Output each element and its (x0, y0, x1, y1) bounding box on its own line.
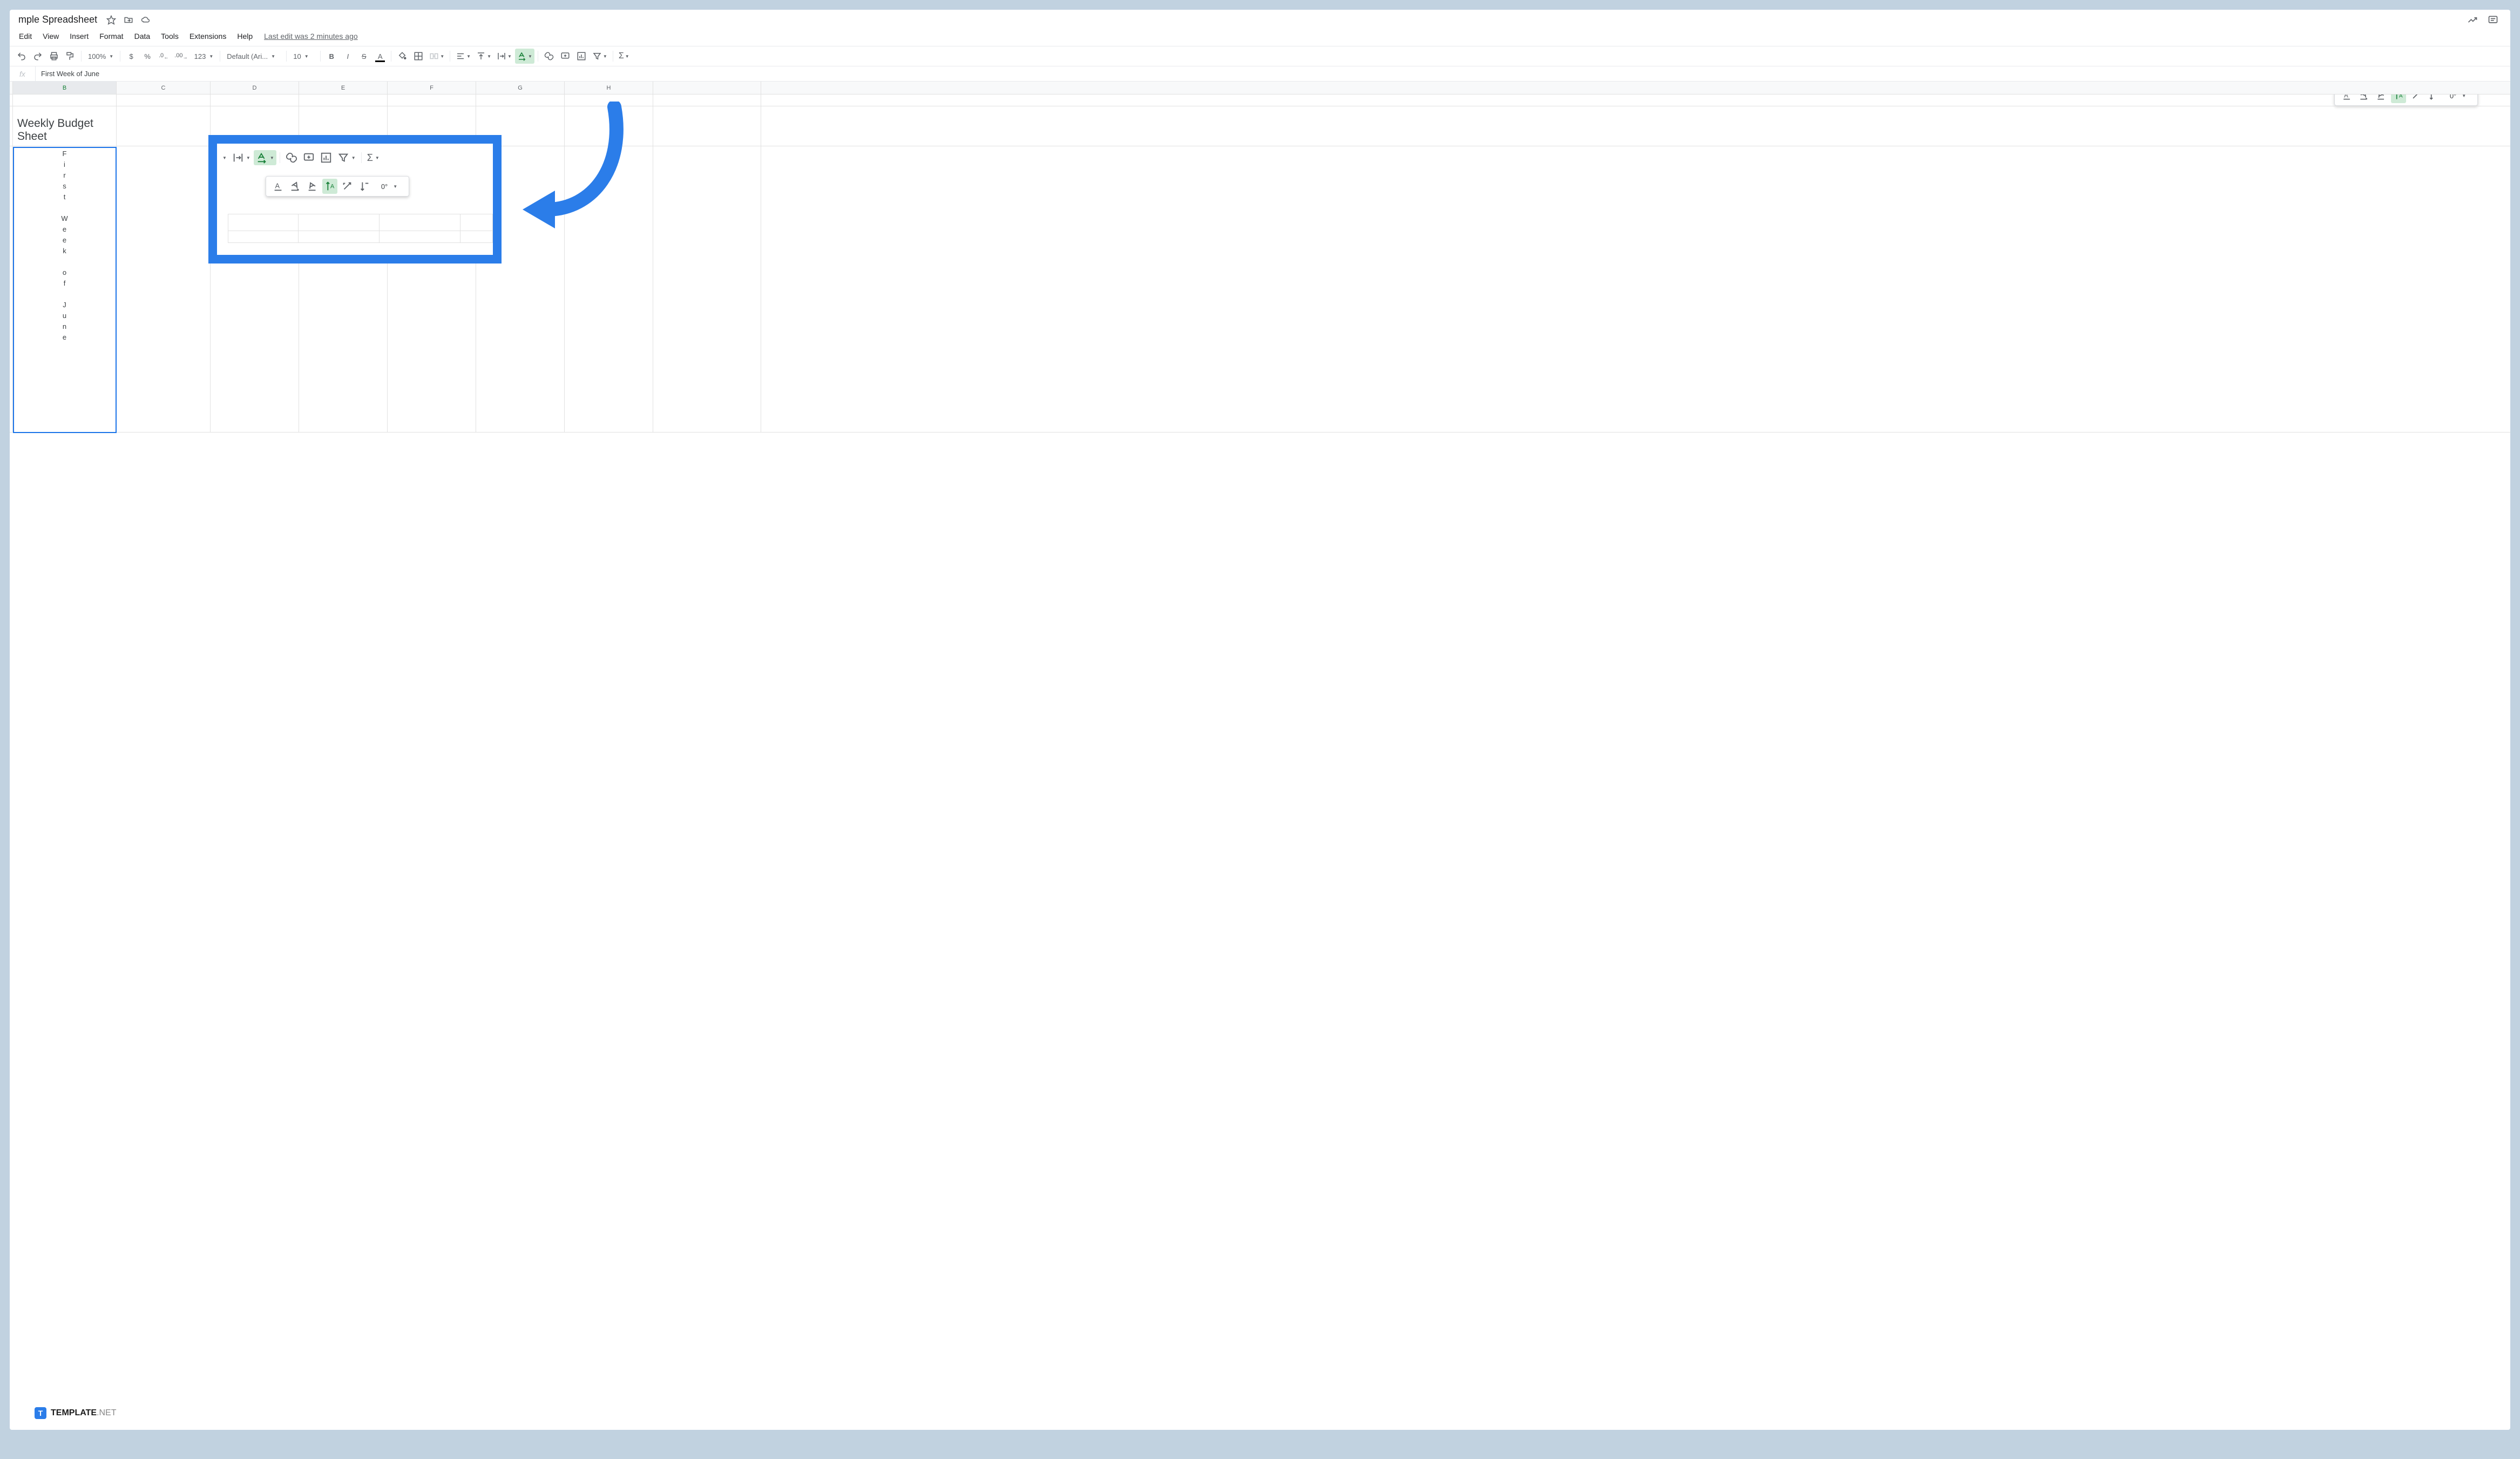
callout-rotation-degrees[interactable]: 0°▼ (374, 183, 404, 191)
title-cell[interactable]: Weekly Budget Sheet (13, 106, 117, 146)
fx-label: fx (10, 66, 36, 81)
col-head-g[interactable]: G (476, 82, 565, 94)
callout-toolbar: ▼ ▼ ▼ ▼ Σ▼ (217, 144, 493, 172)
col-head-b[interactable]: B (13, 82, 117, 94)
text-wrap-icon[interactable]: ▼ (494, 49, 514, 64)
formula-bar: fx First Week of June (10, 66, 2510, 82)
font-select[interactable]: Default (Ari...▼ (223, 49, 283, 64)
increase-decimal-icon[interactable]: .00→ (172, 49, 189, 64)
horizontal-align-icon[interactable]: ▼ (453, 49, 473, 64)
formula-input[interactable]: First Week of June (36, 70, 99, 78)
number-format-select[interactable]: 123▼ (191, 49, 217, 64)
toolbar-separator (320, 51, 321, 62)
menu-edit[interactable]: Edit (14, 30, 37, 43)
column-headers: B C D E F G H (10, 82, 2510, 94)
last-edit-link[interactable]: Last edit was 2 minutes ago (264, 32, 358, 40)
col-head-c[interactable]: C (117, 82, 211, 94)
vertical-align-icon[interactable]: ▼ (474, 49, 493, 64)
menu-view[interactable]: View (38, 30, 64, 43)
bold-button[interactable]: B (324, 49, 339, 64)
undo-icon[interactable] (14, 49, 29, 64)
col-head-f[interactable]: F (388, 82, 476, 94)
activity-icon[interactable] (2467, 15, 2478, 25)
callout-text-rotation-button[interactable]: ▼ (254, 150, 276, 165)
document-title[interactable]: mple Spreadsheet (15, 13, 100, 26)
functions-icon[interactable]: Σ▼ (617, 49, 632, 64)
insert-chart-icon[interactable] (574, 49, 589, 64)
callout-rotation-popup: A A 0°▼ (266, 176, 409, 197)
col-head-d[interactable]: D (211, 82, 299, 94)
toolbar-separator (81, 51, 82, 62)
menu-tools[interactable]: Tools (156, 30, 184, 43)
main-toolbar: 100%▼ $ % .0← .00→ 123▼ Default (Ari...▼… (10, 46, 2510, 66)
callout-rotation-tilt-up-icon[interactable] (288, 179, 303, 194)
callout-rotation-none-icon[interactable]: A (270, 179, 286, 194)
menu-bar: Edit View Insert Format Data Tools Exten… (10, 30, 2510, 46)
star-icon[interactable] (106, 15, 117, 25)
app-frame: mple Spreadsheet Edit View Insert Forma (10, 10, 2510, 1430)
callout-rotation-tilt-down-icon[interactable] (305, 179, 320, 194)
insert-comment-icon[interactable] (558, 49, 573, 64)
watermark: T TEMPLATE.NET (35, 1407, 116, 1419)
paint-format-icon[interactable] (63, 49, 78, 64)
menu-insert[interactable]: Insert (65, 30, 93, 43)
callout-chart-icon[interactable] (318, 150, 334, 165)
callout-rotation-rotate-down-icon[interactable] (357, 179, 372, 194)
text-rotation-button[interactable]: ▼ (515, 49, 534, 64)
borders-icon[interactable] (411, 49, 426, 64)
callout-filter-icon[interactable]: ▼ (335, 150, 358, 165)
print-icon[interactable] (46, 49, 62, 64)
font-size-select[interactable]: 10▼ (290, 49, 317, 64)
watermark-text: TEMPLATE.NET (51, 1408, 116, 1418)
percent-button[interactable]: % (140, 49, 155, 64)
currency-button[interactable]: $ (124, 49, 139, 64)
callout-comment-icon[interactable] (301, 150, 317, 165)
comment-history-icon[interactable] (2488, 15, 2498, 25)
callout-link-icon[interactable] (283, 150, 300, 165)
watermark-badge-icon: T (35, 1407, 46, 1419)
col-head-h[interactable]: H (565, 82, 653, 94)
text-color-button[interactable]: A (372, 49, 388, 64)
selected-cell-content[interactable]: First Week of June (13, 146, 117, 432)
zoom-select[interactable]: 100%▼ (85, 49, 117, 64)
callout-rotation-stack-icon[interactable]: A (322, 179, 337, 194)
col-head-e[interactable]: E (299, 82, 388, 94)
strikethrough-button[interactable]: S (356, 49, 371, 64)
fill-color-icon[interactable] (395, 49, 410, 64)
italic-button[interactable]: I (340, 49, 355, 64)
annotation-arrow-icon (517, 102, 625, 253)
callout-box: ▼ ▼ ▼ ▼ Σ▼ A A 0°▼ (208, 135, 502, 264)
toolbar-separator (286, 51, 287, 62)
callout-text-wrap-icon[interactable]: ▼ (230, 150, 253, 165)
move-folder-icon[interactable] (123, 15, 134, 25)
cloud-status-icon[interactable] (140, 15, 151, 25)
svg-text:A: A (330, 184, 335, 190)
title-bar: mple Spreadsheet (10, 10, 2510, 30)
menu-extensions[interactable]: Extensions (185, 30, 231, 43)
menu-format[interactable]: Format (94, 30, 128, 43)
svg-text:A: A (275, 182, 280, 190)
insert-link-icon[interactable] (541, 49, 557, 64)
merge-cells-icon[interactable]: ▼ (427, 49, 446, 64)
menu-help[interactable]: Help (232, 30, 258, 43)
decrease-decimal-icon[interactable]: .0← (156, 49, 171, 64)
col-head-rest[interactable] (653, 82, 761, 94)
callout-functions-icon[interactable]: Σ▼ (365, 150, 382, 165)
filter-icon[interactable]: ▼ (590, 49, 609, 64)
callout-rotation-rotate-up-icon[interactable] (340, 179, 355, 194)
menu-data[interactable]: Data (130, 30, 155, 43)
redo-icon[interactable] (30, 49, 45, 64)
